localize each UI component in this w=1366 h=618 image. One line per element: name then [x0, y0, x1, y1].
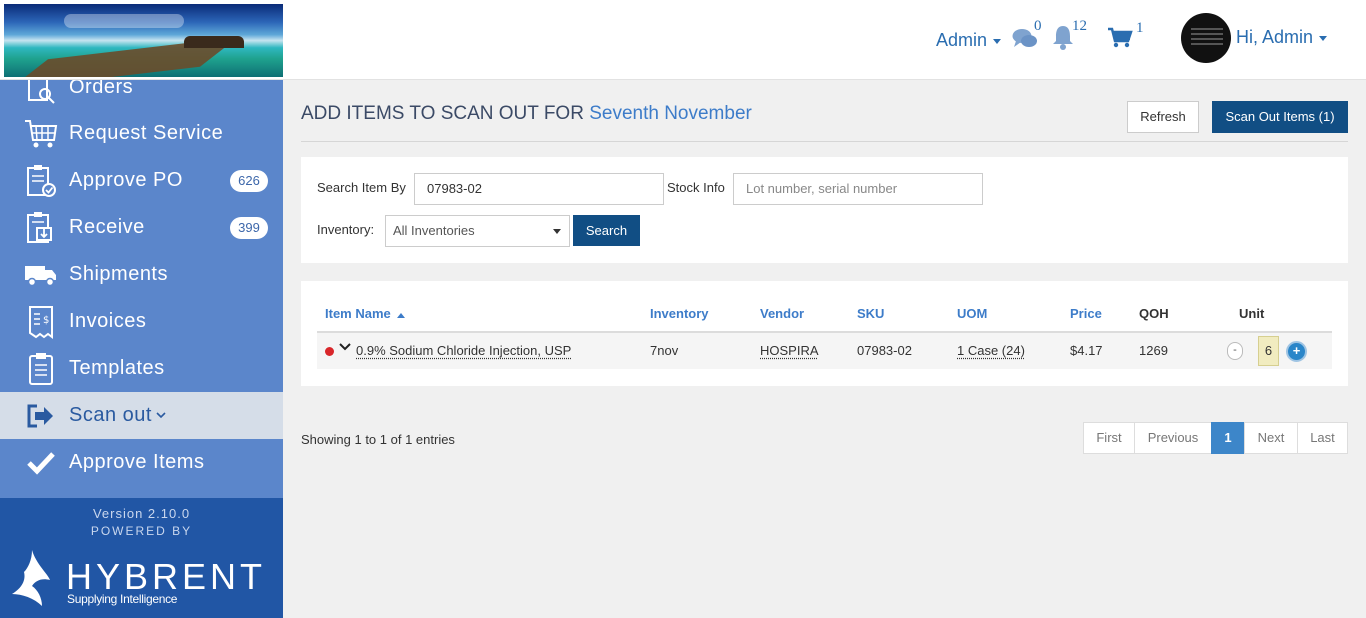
sidebar-item-label: Approve PO: [69, 169, 183, 191]
sidebar-item-label: Scan out: [69, 404, 152, 426]
approve-po-count-badge: 626: [230, 169, 268, 192]
unit-quantity-input[interactable]: 6: [1258, 336, 1279, 366]
decrease-unit-button[interactable]: -: [1227, 342, 1243, 360]
caret-down-icon: [993, 38, 1002, 44]
column-header-vendor[interactable]: Vendor: [760, 306, 804, 321]
sidebar-item-shipments[interactable]: Shipments: [0, 251, 283, 298]
invoice-icon: $: [24, 305, 58, 339]
user-greeting: Hi, Admin: [1236, 27, 1314, 47]
top-header: Admin 0 12 1 Hi, Admin: [0, 0, 1366, 80]
cart-grid-icon: [24, 117, 58, 151]
sidebar-item-label: Templates: [69, 357, 165, 379]
avatar[interactable]: [1181, 13, 1231, 63]
column-header-uom[interactable]: UOM: [957, 306, 987, 321]
cart-count: 1: [1136, 20, 1144, 36]
sidebar-item-approve-items[interactable]: Approve Items: [0, 439, 283, 486]
clipboard-check-icon: [24, 164, 58, 198]
notifications-count: 12: [1072, 18, 1087, 34]
inventory-label: Inventory:: [317, 222, 375, 237]
entries-info: Showing 1 to 1 of 1 entries: [301, 432, 455, 447]
checkmark-icon: [24, 446, 58, 480]
stock-info-label: Stock Info: [667, 180, 725, 195]
chevron-down-icon: [156, 412, 166, 419]
user-menu[interactable]: Hi, Admin: [1236, 27, 1328, 48]
admin-menu-label: Admin: [936, 30, 988, 50]
item-qoh: 1269: [1139, 343, 1168, 358]
clipboard-download-icon: [24, 211, 58, 245]
sidebar-item-templates[interactable]: Templates: [0, 345, 283, 392]
clipboard-list-icon: [24, 352, 58, 386]
pagination-last[interactable]: Last: [1297, 422, 1348, 454]
sidebar-item-invoices[interactable]: $ Invoices: [0, 298, 283, 345]
header-banner-image: [4, 4, 283, 77]
sidebar-item-receive[interactable]: Receive 399: [0, 204, 283, 251]
column-header-price[interactable]: Price: [1070, 306, 1102, 321]
search-button[interactable]: Search: [573, 215, 640, 246]
stock-info-input[interactable]: Lot number, serial number: [733, 173, 983, 205]
page-title: ADD ITEMS TO SCAN OUT FOR Seventh Novemb…: [301, 103, 752, 125]
item-price: $4.17: [1070, 343, 1103, 358]
refresh-button[interactable]: Refresh: [1127, 101, 1199, 133]
hybrent-logo-icon: [12, 550, 50, 606]
sidebar: Orders Request Service Approve PO 626 Re…: [0, 80, 283, 618]
inventory-selected-value: All Inventories: [393, 223, 475, 238]
sidebar-item-label: Approve Items: [69, 451, 205, 473]
sign-out-icon: [24, 399, 58, 433]
column-header-qoh: QOH: [1139, 306, 1169, 321]
truck-icon: [24, 258, 58, 292]
item-uom[interactable]: 1 Case (24): [957, 343, 1025, 358]
powered-by-text: POWERED BY: [90, 524, 193, 538]
receive-count-badge: 399: [230, 216, 268, 239]
page-title-highlight: Seventh November: [589, 103, 752, 124]
sidebar-item-label: Invoices: [69, 310, 147, 332]
column-header-unit: Unit: [1239, 306, 1265, 321]
inventory-select[interactable]: All Inventories: [385, 215, 570, 247]
sidebar-item-label: Orders: [69, 80, 134, 98]
brand-tagline: Supplying Intelligence: [67, 592, 178, 606]
version-text: Version 2.10.0: [92, 506, 191, 521]
item-name-link[interactable]: 0.9% Sodium Chloride Injection, USP: [356, 343, 571, 358]
scan-out-items-button[interactable]: Scan Out Items (1): [1212, 101, 1348, 133]
search-by-label: Search Item By: [317, 180, 406, 195]
orders-search-icon: [24, 80, 58, 105]
sidebar-item-approve-po[interactable]: Approve PO 626: [0, 157, 283, 204]
search-input[interactable]: 07983-02: [414, 173, 664, 205]
sidebar-item-label: Shipments: [69, 263, 168, 285]
sidebar-item-label: Receive: [69, 216, 145, 238]
increase-unit-button[interactable]: +: [1286, 341, 1307, 362]
item-sku: 07983-02: [857, 343, 912, 358]
messages-count: 0: [1034, 18, 1042, 34]
pagination-next[interactable]: Next: [1244, 422, 1298, 454]
item-vendor[interactable]: HOSPIRA: [760, 343, 819, 358]
pagination-page-1[interactable]: 1: [1211, 422, 1245, 454]
svg-text:$: $: [43, 315, 49, 326]
item-inventory: 7nov: [650, 343, 679, 358]
sort-asc-icon: [397, 312, 406, 318]
status-dot: [325, 347, 334, 356]
sidebar-item-scan-out[interactable]: Scan out: [0, 392, 283, 439]
column-header-item-name[interactable]: Item Name: [325, 306, 406, 321]
caret-down-icon: [1319, 35, 1328, 41]
column-header-sku[interactable]: SKU: [857, 306, 884, 321]
sidebar-footer: Version 2.10.0 POWERED BY HYBRENT Supply…: [0, 498, 283, 618]
column-header-inventory[interactable]: Inventory: [650, 306, 709, 321]
pagination-previous[interactable]: Previous: [1134, 422, 1212, 454]
sidebar-item-label: Request Service: [69, 122, 224, 144]
page-title-prefix: ADD ITEMS TO SCAN OUT FOR: [301, 103, 584, 124]
pagination-first[interactable]: First: [1083, 422, 1135, 454]
sidebar-item-request-service[interactable]: Request Service: [0, 110, 283, 157]
shopping-cart-icon[interactable]: [1107, 27, 1133, 49]
sidebar-item-orders[interactable]: Orders: [0, 80, 283, 111]
chevron-down-icon[interactable]: [339, 342, 351, 352]
title-divider: [301, 141, 1348, 142]
admin-menu[interactable]: Admin: [936, 30, 1002, 51]
caret-down-icon: [553, 229, 561, 234]
